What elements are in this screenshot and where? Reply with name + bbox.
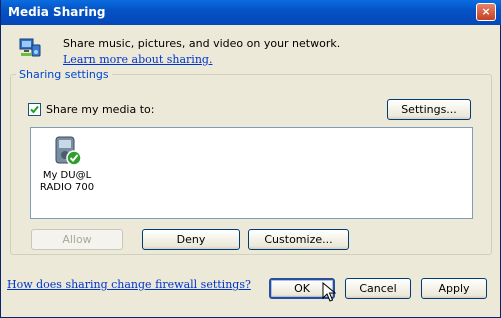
- device-name-line2: RADIO 700: [39, 182, 95, 193]
- window-title: Media Sharing: [8, 5, 106, 19]
- apply-button[interactable]: Apply: [421, 278, 487, 299]
- description-text: Share music, pictures, and video on your…: [63, 37, 341, 50]
- close-button[interactable]: ×: [476, 3, 496, 21]
- device-name-line1: My DU@L: [42, 170, 92, 181]
- customize-button[interactable]: Customize...: [248, 229, 349, 250]
- deny-button[interactable]: Deny: [142, 229, 240, 250]
- cancel-button[interactable]: Cancel: [345, 278, 411, 299]
- allow-button[interactable]: Allow: [31, 229, 123, 250]
- share-media-checkbox[interactable]: [28, 103, 41, 116]
- mouse-pointer-icon: [322, 282, 336, 302]
- title-bar[interactable]: Media Sharing ×: [1, 0, 501, 25]
- share-media-label[interactable]: Share my media to:: [46, 103, 154, 116]
- media-sharing-icon: [19, 38, 41, 57]
- settings-button[interactable]: Settings...: [387, 99, 471, 120]
- media-sharing-dialog: Media Sharing × Share music, pictures, a…: [0, 0, 501, 318]
- media-device-allowed-icon: [55, 136, 82, 166]
- sharing-settings-legend: Sharing settings: [16, 68, 112, 81]
- device-list[interactable]: My DU@L RADIO 700: [30, 127, 473, 219]
- learn-more-link[interactable]: Learn more about sharing.: [63, 53, 212, 66]
- firewall-help-link[interactable]: How does sharing change firewall setting…: [7, 278, 251, 291]
- checkmark-icon: [30, 105, 39, 114]
- list-item[interactable]: My DU@L RADIO 700: [39, 134, 95, 194]
